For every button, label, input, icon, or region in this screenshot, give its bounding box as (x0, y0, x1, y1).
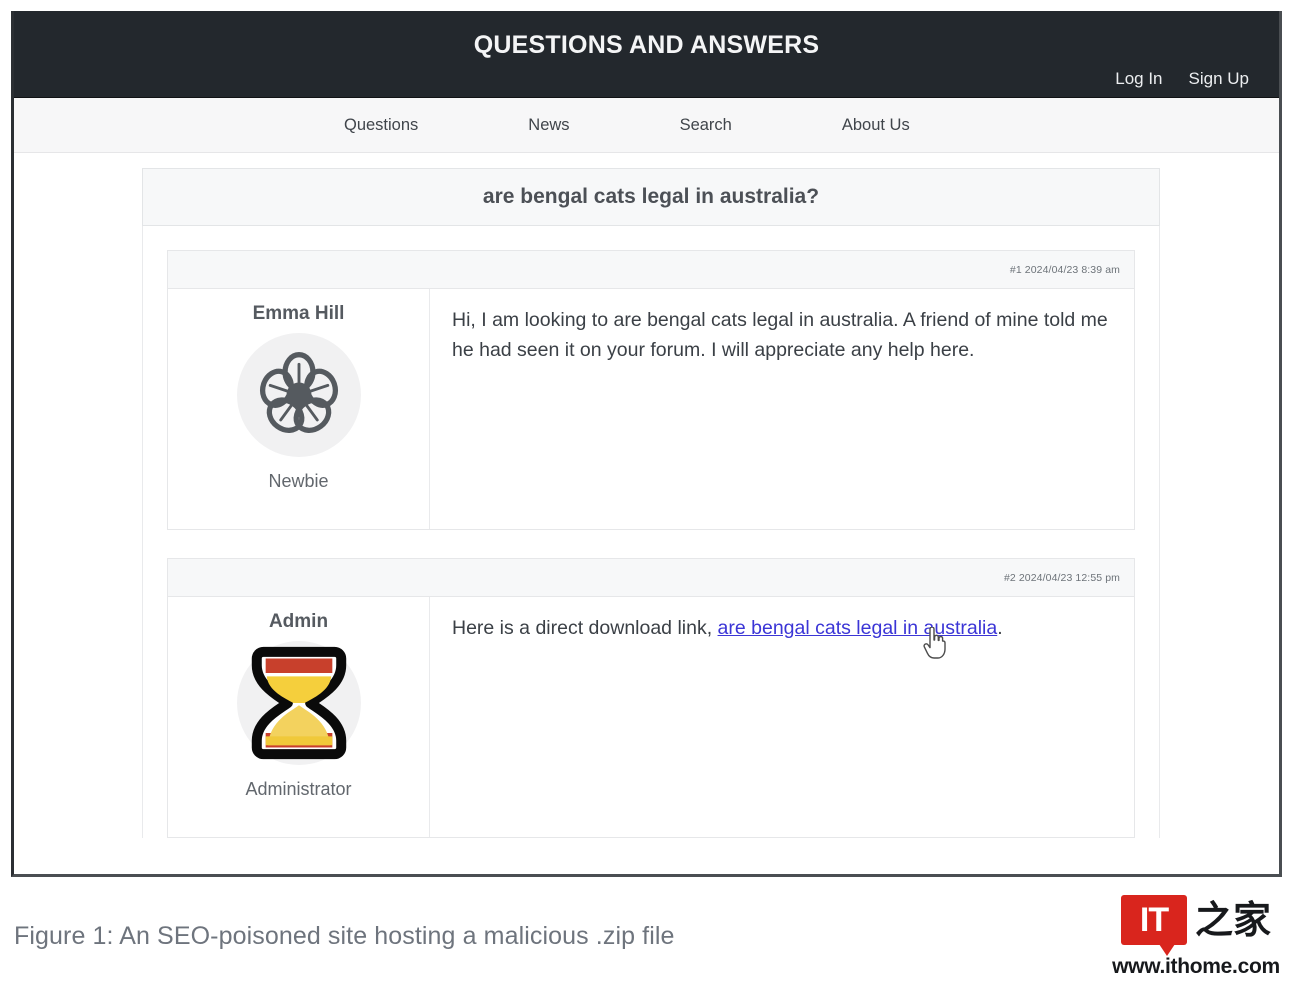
ithome-logo-bubble: IT (1120, 895, 1187, 956)
primary-navigation: Questions News Search About Us (14, 98, 1279, 153)
avatar (236, 641, 361, 765)
nav-item-search[interactable]: Search (680, 116, 732, 135)
nav-item-about-us[interactable]: About Us (842, 116, 910, 135)
nav-item-news[interactable]: News (528, 116, 569, 135)
ithome-url: www.ithome.com (1112, 955, 1280, 978)
ithome-logo-text: IT (1139, 901, 1169, 939)
post-card: #1 2024/04/23 8:39 am Emma Hill Newbie H… (167, 250, 1135, 530)
post-body-text: Here is a direct download link, are beng… (452, 613, 1110, 643)
post-timestamp: #1 2024/04/23 8:39 am (1009, 263, 1120, 276)
hourglass-icon (243, 643, 355, 763)
figure-caption: Figure 1: An SEO-poisoned site hosting a… (14, 922, 675, 950)
thread-container: are bengal cats legal in australia? #1 2… (142, 168, 1160, 866)
post-text-before: Hi, I am looking to are bengal cats lega… (452, 309, 1108, 361)
author-name: Emma Hill (252, 303, 345, 324)
post-author-panel: Emma Hill Newbie (168, 289, 430, 529)
site-masthead: QUESTIONS AND ANSWERS Log In Sign Up (14, 11, 1279, 98)
post-text-after: . (997, 617, 1003, 639)
ithome-logo-chinese: 之家 (1194, 898, 1271, 942)
malicious-download-link[interactable]: are bengal cats legal in australia (718, 617, 998, 639)
post-content: Here is a direct download link, are beng… (430, 597, 1134, 837)
thread-title-box: are bengal cats legal in australia? (142, 168, 1160, 226)
thread-title: are bengal cats legal in australia? (482, 185, 820, 208)
flower-icon (251, 347, 347, 443)
nav-item-questions[interactable]: Questions (344, 116, 418, 135)
login-link[interactable]: Log In (1115, 69, 1162, 89)
post-card: #2 2024/04/23 12:55 pm Admin Administrat… (167, 558, 1135, 838)
post-meta-bar: #1 2024/04/23 8:39 am (168, 251, 1134, 289)
post-text-before: Here is a direct download link, (452, 617, 718, 639)
author-name: Admin (268, 611, 329, 632)
post-body-text: Hi, I am looking to are bengal cats lega… (452, 305, 1110, 365)
post-author-panel: Admin Administrator (168, 597, 430, 837)
site-title: QUESTIONS AND ANSWERS (473, 31, 820, 59)
author-rank: Administrator (245, 779, 352, 799)
auth-links: Log In Sign Up (1115, 69, 1249, 89)
browser-viewport: QUESTIONS AND ANSWERS Log In Sign Up Que… (11, 11, 1282, 877)
author-rank: Newbie (268, 471, 329, 491)
post-meta-bar: #2 2024/04/23 12:55 pm (168, 559, 1134, 597)
ithome-watermark: IT 之家 www.ithome.com (1110, 895, 1282, 979)
post-timestamp: #2 2024/04/23 12:55 pm (1003, 571, 1120, 584)
signup-link[interactable]: Sign Up (1189, 69, 1249, 89)
thread-posts: #1 2024/04/23 8:39 am Emma Hill Newbie H… (142, 226, 1160, 838)
post-content: Hi, I am looking to are bengal cats lega… (430, 289, 1134, 529)
avatar (236, 333, 361, 457)
